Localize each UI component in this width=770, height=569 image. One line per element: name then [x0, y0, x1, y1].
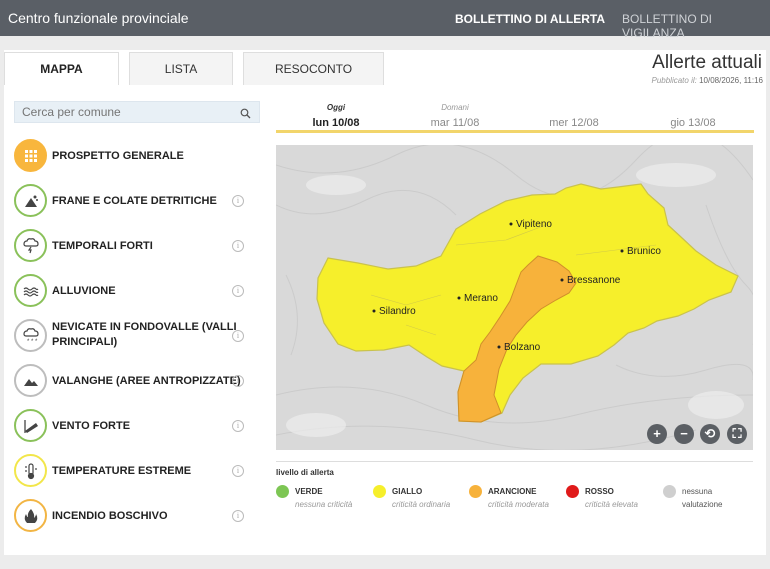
- category-frane[interactable]: FRANE E COLATE DETRITICHE i: [14, 184, 254, 218]
- flood-icon: [14, 274, 47, 307]
- category-vento[interactable]: VENTO FORTE i: [14, 409, 254, 443]
- legend-dot: [566, 485, 579, 498]
- city-label: Brunico: [627, 246, 661, 257]
- day-date: mer 12/08: [549, 117, 599, 129]
- thunderstorm-icon: [14, 229, 47, 262]
- alert-map[interactable]: Vipiteno Brunico Bressanone Merano Silan…: [276, 145, 753, 450]
- legend-name: ROSSO: [585, 487, 614, 496]
- legend-desc: criticità elevata: [585, 500, 638, 509]
- fullscreen-button[interactable]: ⛶: [727, 424, 747, 444]
- nav-bollettino-vigilanza[interactable]: BOLLETTINO DI VIGILANZA: [622, 12, 770, 40]
- day-tab-2[interactable]: mer 12/08: [519, 103, 629, 129]
- category-valanghe[interactable]: VALANGHE (AREE ANTROPIZZATE) i: [14, 364, 254, 398]
- landslide-icon: [14, 184, 47, 217]
- city-label: Bolzano: [504, 342, 541, 353]
- legend-divider: [276, 461, 753, 462]
- legend-name: VERDE: [295, 487, 323, 496]
- day-date: lun 10/08: [312, 117, 360, 129]
- city-label: Merano: [464, 293, 498, 304]
- windsock-icon: [14, 409, 47, 442]
- legend-desc: valutazione: [682, 500, 723, 509]
- day-tab-3[interactable]: gio 13/08: [638, 103, 748, 129]
- search-input[interactable]: [15, 102, 225, 122]
- tab-mappa[interactable]: MAPPA: [4, 52, 119, 85]
- day-tab-1[interactable]: Domani mar 11/08: [400, 103, 510, 129]
- category-label: TEMPERATURE ESTREME: [52, 465, 192, 477]
- search-icon[interactable]: [240, 106, 251, 124]
- category-alluvione[interactable]: ALLUVIONE i: [14, 274, 254, 308]
- top-bar: Centro funzionale provinciale BOLLETTINO…: [0, 0, 770, 40]
- published-label: Pubblicato il:: [651, 76, 697, 85]
- info-icon[interactable]: i: [232, 240, 244, 252]
- info-icon[interactable]: i: [232, 330, 244, 342]
- legend-dot: [469, 485, 482, 498]
- info-icon[interactable]: i: [232, 375, 244, 387]
- published-value: 10/08/2026, 11:16: [699, 76, 763, 85]
- nav-bollettino-allerta[interactable]: BOLLETTINO DI ALLERTA: [455, 12, 605, 26]
- info-icon[interactable]: i: [232, 420, 244, 432]
- thermometer-icon: [14, 454, 47, 487]
- category-temperature[interactable]: TEMPERATURE ESTREME i: [14, 454, 254, 488]
- category-label: NEVICATE IN FONDOVALLE (VALLI PRINCIPALI…: [52, 321, 237, 348]
- category-incendio[interactable]: INCENDIO BOSCHIVO i: [14, 499, 254, 533]
- search-box: [14, 101, 260, 123]
- day-label: Oggi: [326, 103, 346, 112]
- category-label: VALANGHE (AREE ANTROPIZZATE): [52, 375, 241, 387]
- category-label: TEMPORALI FORTI: [52, 240, 153, 252]
- category-label: INCENDIO BOSCHIVO: [52, 510, 168, 522]
- category-temporali[interactable]: TEMPORALI FORTI i: [14, 229, 254, 263]
- legend-desc: nessuna criticità: [295, 500, 353, 509]
- legend-name: ARANCIONE: [488, 487, 537, 496]
- info-icon[interactable]: i: [232, 195, 244, 207]
- fire-icon: [14, 499, 47, 532]
- day-label: [519, 103, 629, 113]
- day-label: Domani: [441, 103, 469, 112]
- legend-desc: criticità ordinaria: [392, 500, 451, 509]
- legend-dot: [663, 485, 676, 498]
- legend-dot: [373, 485, 386, 498]
- city-label: Silandro: [379, 306, 416, 317]
- category-label: ALLUVIONE: [52, 285, 116, 297]
- city-label: Vipiteno: [516, 219, 552, 230]
- category-label: VENTO FORTE: [52, 420, 131, 432]
- page-title: Allerte attuali: [652, 52, 762, 73]
- city-label: Bressanone: [567, 275, 621, 286]
- category-prospetto-generale[interactable]: PROSPETTO GENERALE: [14, 139, 254, 173]
- published-info: Pubblicato il: 10/08/2026, 11:16: [651, 76, 763, 85]
- category-label: PROSPETTO GENERALE: [52, 150, 184, 162]
- map-canvas: Vipiteno Brunico Bressanone Merano Silan…: [276, 145, 753, 450]
- info-icon[interactable]: i: [232, 510, 244, 522]
- category-nevicate[interactable]: * * * NEVICATE IN FONDOVALLE (VALLI PRIN…: [14, 319, 254, 353]
- zoom-in-button[interactable]: +: [647, 424, 667, 444]
- day-tab-0[interactable]: Oggi lun 10/08: [281, 103, 391, 129]
- info-icon[interactable]: i: [232, 285, 244, 297]
- brand-title[interactable]: Centro funzionale provinciale: [8, 10, 189, 26]
- tab-resoconto[interactable]: RESOCONTO: [243, 52, 384, 85]
- grid-icon: [14, 139, 47, 172]
- category-label: FRANE E COLATE DETRITICHE: [52, 195, 217, 207]
- reset-view-button[interactable]: ⟲: [700, 424, 720, 444]
- legend-name: nessuna: [682, 487, 713, 496]
- day-date: gio 13/08: [670, 117, 716, 129]
- zoom-out-button[interactable]: −: [674, 424, 694, 444]
- day-date: mar 11/08: [430, 117, 480, 129]
- snowfall-icon: * * *: [14, 319, 47, 352]
- svg-text:* * *: * * *: [27, 339, 38, 345]
- legend-dot: [276, 485, 289, 498]
- day-label: [638, 103, 748, 113]
- legend-desc: criticità moderata: [488, 500, 549, 509]
- legend-title: livello di allerta: [276, 468, 334, 477]
- info-icon[interactable]: i: [232, 465, 244, 477]
- legend-name: GIALLO: [392, 487, 423, 496]
- tab-lista[interactable]: LISTA: [129, 52, 233, 85]
- day-selector: Oggi lun 10/08 Domani mar 11/08 mer 12/0…: [276, 103, 754, 133]
- avalanche-icon: [14, 364, 47, 397]
